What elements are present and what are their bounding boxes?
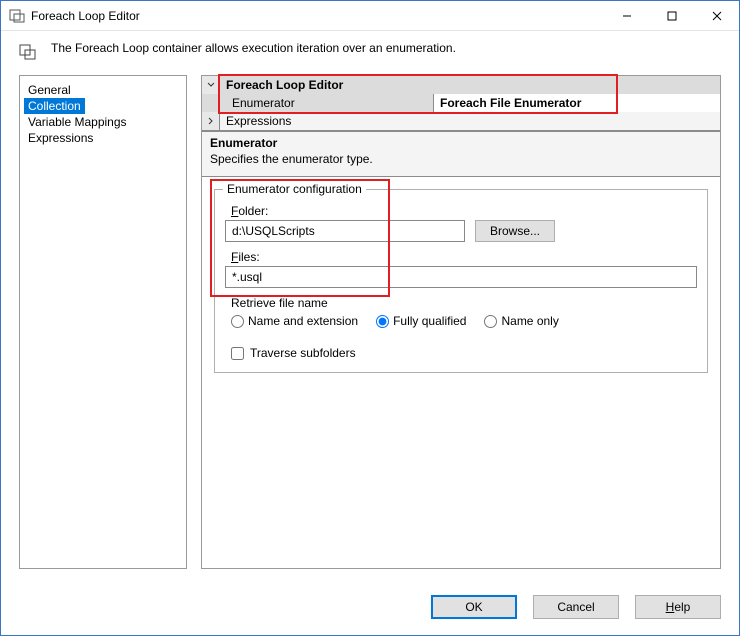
grid-label-enumerator: Enumerator [220,94,434,112]
browse-button[interactable]: Browse... [475,220,555,242]
grid-section-header: Foreach Loop Editor [202,76,720,94]
radio-name-only[interactable]: Name only [484,314,558,328]
files-input[interactable] [225,266,697,288]
nav-item-variable-mappings[interactable]: Variable Mappings [24,114,182,130]
grid-gutter [202,94,220,112]
help-button[interactable]: Help [635,595,721,619]
dialog-body: General Collection Variable Mappings Exp… [1,75,739,579]
files-label: Files: [231,250,697,264]
grid-row-expressions[interactable]: Expressions [202,112,720,130]
collapse-toggle-icon[interactable] [202,76,220,94]
config-area: Enumerator configuration Folder: Browse.… [202,177,720,568]
expand-toggle-icon[interactable] [202,112,220,130]
folder-label: Folder: [231,204,697,218]
retrieve-label: Retrieve file name [231,296,697,310]
enumerator-config-fieldset: Enumerator configuration Folder: Browse.… [214,189,708,373]
close-button[interactable] [694,1,739,30]
header-strip: The Foreach Loop container allows execut… [1,31,739,75]
cancel-button[interactable]: Cancel [533,595,619,619]
titlebar-controls [604,1,739,30]
nav-pane: General Collection Variable Mappings Exp… [19,75,187,569]
dialog-window: Foreach Loop Editor The Foreach Loop con… [0,0,740,636]
grid-row-enumerator[interactable]: Enumerator Foreach File Enumerator [202,94,720,112]
grid-section-title: Foreach Loop Editor [220,76,720,94]
description-box: Enumerator Specifies the enumerator type… [202,131,720,177]
nav-item-general[interactable]: General [24,82,182,98]
radio-name-extension[interactable]: Name and extension [231,314,358,328]
property-grid: Foreach Loop Editor Enumerator Foreach F… [202,76,720,131]
ok-button[interactable]: OK [431,595,517,619]
nav-item-collection[interactable]: Collection [24,98,85,114]
titlebar: Foreach Loop Editor [1,1,739,31]
grid-value-enumerator[interactable]: Foreach File Enumerator [434,94,720,112]
titlebar-title: Foreach Loop Editor [31,9,604,23]
grid-label-expressions: Expressions [220,112,720,130]
nav-item-expressions[interactable]: Expressions [24,130,182,146]
folder-input[interactable] [225,220,465,242]
property-grid-wrap: Foreach Loop Editor Enumerator Foreach F… [202,76,720,131]
radio-fully-qualified[interactable]: Fully qualified [376,314,466,328]
loop-editor-icon [9,8,25,24]
header-description: The Foreach Loop container allows execut… [51,41,456,55]
content-pane: Foreach Loop Editor Enumerator Foreach F… [201,75,721,569]
maximize-button[interactable] [649,1,694,30]
fieldset-legend: Enumerator configuration [223,182,366,196]
description-title: Enumerator [210,136,712,150]
traverse-subfolders-checkbox[interactable]: Traverse subfolders [231,346,697,360]
description-text: Specifies the enumerator type. [210,152,712,166]
button-bar: OK Cancel Help [1,579,739,635]
container-icon [19,43,37,61]
minimize-button[interactable] [604,1,649,30]
retrieve-radio-group: Name and extension Fully qualified Name … [231,314,697,328]
